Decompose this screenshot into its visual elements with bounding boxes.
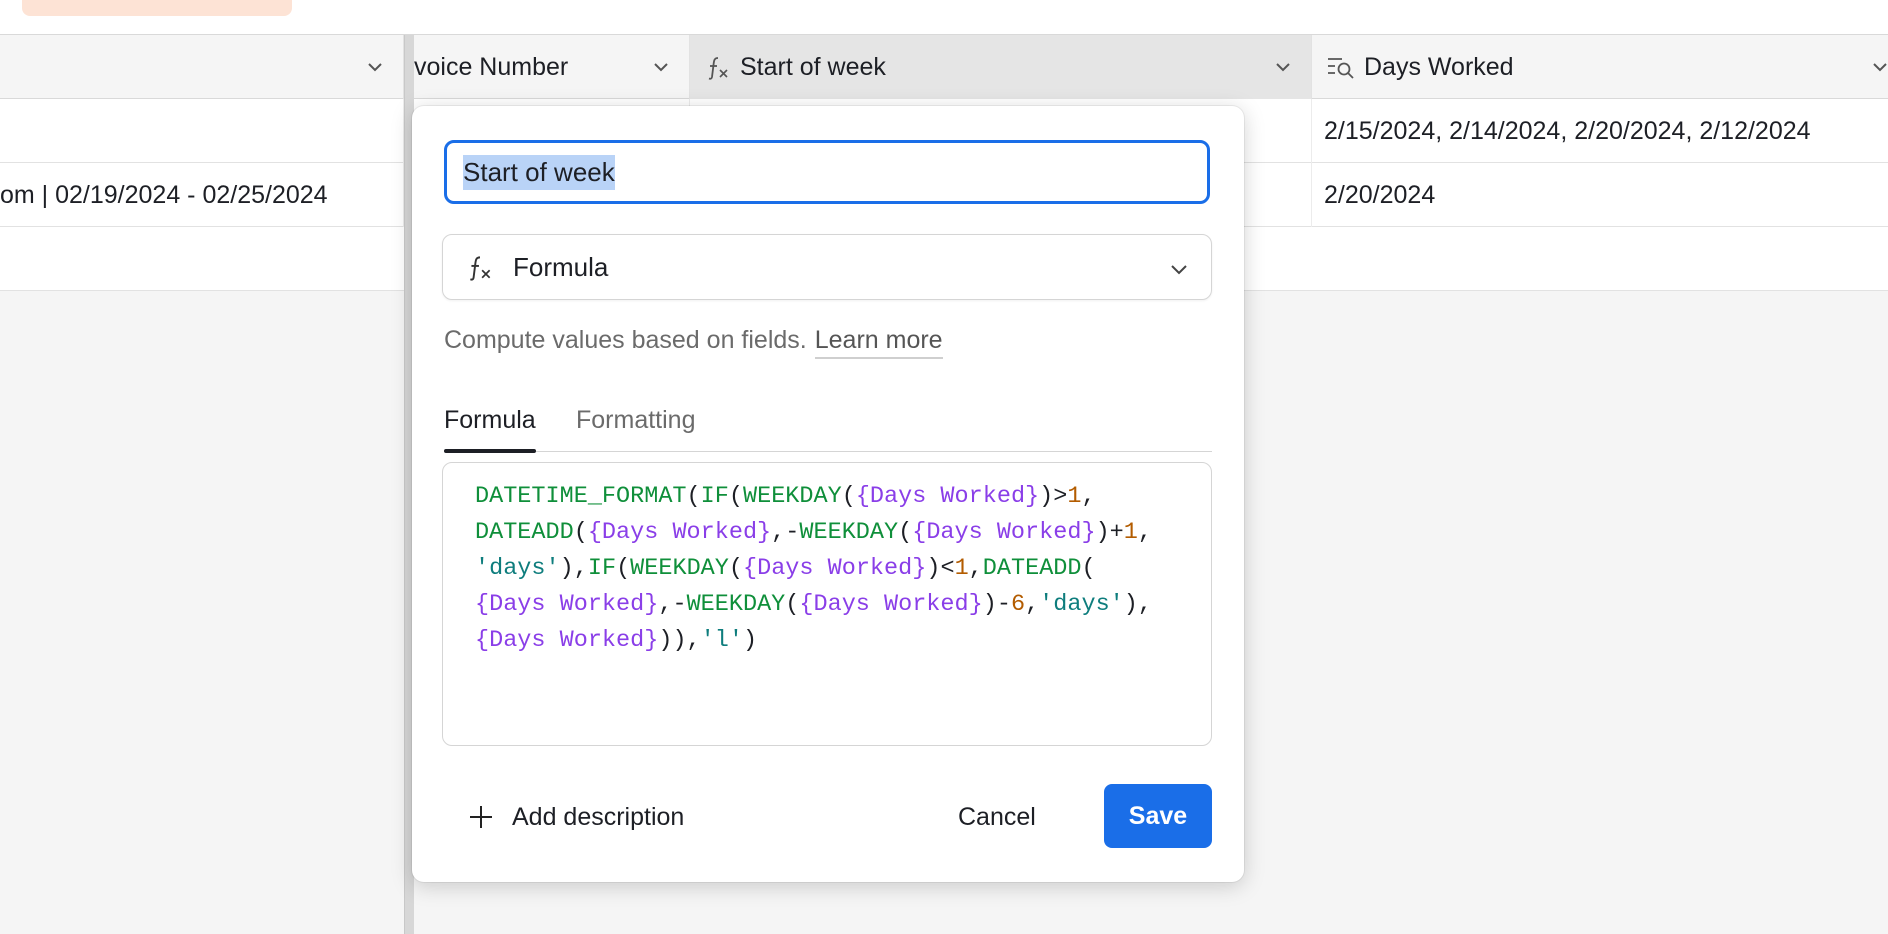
column-header-label: Start of week bbox=[740, 52, 886, 81]
formula-token: {Days Worked} bbox=[587, 519, 772, 546]
tab-formatting[interactable]: Formatting bbox=[576, 402, 695, 452]
field-type-label: Formula bbox=[513, 251, 609, 282]
formula-token: )> bbox=[1039, 483, 1068, 510]
formula-token: 'l' bbox=[700, 627, 743, 654]
table-cell[interactable]: 2/15/2024, 2/14/2024, 2/20/2024, 2/12/20… bbox=[1312, 99, 1888, 163]
formula-token: ( bbox=[728, 555, 743, 582]
plus-icon bbox=[470, 806, 492, 828]
formula-token: , bbox=[1081, 483, 1096, 510]
formula-token: IF bbox=[700, 483, 729, 510]
formula-token: ,- bbox=[771, 519, 800, 546]
formula-token: 'days' bbox=[1039, 591, 1124, 618]
grid-header-row: voice Number Start of week Days Worked bbox=[0, 35, 1888, 99]
formula-token: ( bbox=[616, 555, 631, 582]
toolbar-filter-chip[interactable] bbox=[22, 0, 292, 16]
field-name-input[interactable]: Start of week bbox=[444, 140, 1210, 204]
save-button[interactable]: Save bbox=[1104, 784, 1212, 848]
formula-token: ( bbox=[728, 483, 743, 510]
cancel-button[interactable]: Cancel bbox=[958, 792, 1036, 842]
formula-token: ), bbox=[559, 555, 588, 582]
view-toolbar bbox=[0, 0, 1888, 35]
lookup-icon bbox=[1328, 58, 1354, 79]
table-cell[interactable]: om | 02/19/2024 - 02/25/2024 bbox=[0, 163, 404, 227]
formula-token: {Days Worked} bbox=[912, 519, 1096, 546]
formula-editor[interactable]: DATETIME_FORMAT(IF(WEEKDAY({Days Worked}… bbox=[442, 462, 1212, 746]
formula-token: ( bbox=[686, 483, 701, 510]
formula-token: ( bbox=[573, 519, 588, 546]
column-header-start-of-week[interactable]: Start of week bbox=[690, 35, 1312, 99]
app-root: voice Number Start of week Days Worked 2… bbox=[0, 0, 1888, 934]
formula-token: IF bbox=[587, 555, 617, 582]
helper-text: Compute values based on fields. bbox=[444, 326, 807, 354]
formula-token: ,- bbox=[658, 591, 687, 618]
fx-icon bbox=[470, 256, 491, 281]
formula-token: )), bbox=[658, 627, 701, 654]
column-header-days-worked[interactable]: Days Worked bbox=[1312, 35, 1888, 99]
formula-token: , bbox=[968, 555, 983, 582]
formula-token: , bbox=[1137, 519, 1152, 546]
formula-token: WEEKDAY bbox=[686, 591, 786, 618]
field-type-helper: Compute values based on fields. Learn mor… bbox=[444, 326, 943, 359]
learn-more-link[interactable]: Learn more bbox=[814, 326, 943, 359]
formula-token: {Days Worked} bbox=[475, 627, 659, 654]
chevron-down-icon[interactable] bbox=[365, 57, 385, 77]
add-description-button[interactable]: Add description bbox=[468, 792, 684, 842]
column-header-label: voice Number bbox=[414, 52, 569, 81]
formula-token: ) bbox=[742, 627, 758, 654]
formula-token: )- bbox=[982, 591, 1011, 618]
formula-token: {Days Worked} bbox=[475, 591, 659, 618]
formula-token: {Days Worked} bbox=[799, 591, 983, 618]
popover-footer: Add description Cancel Save bbox=[412, 782, 1244, 852]
column-header-label: Days Worked bbox=[1364, 52, 1514, 81]
formula-token: DATETIME_FORMAT bbox=[475, 483, 687, 510]
table-cell[interactable]: 2/20/2024 bbox=[1312, 163, 1888, 227]
formula-token: WEEKDAY bbox=[799, 519, 899, 546]
add-description-label: Add description bbox=[512, 802, 685, 831]
chevron-down-icon[interactable] bbox=[651, 57, 671, 77]
field-name-text: Start of week bbox=[463, 154, 615, 190]
table-cell[interactable] bbox=[0, 99, 404, 163]
chevron-down-icon[interactable] bbox=[1273, 57, 1293, 77]
chevron-down-icon[interactable] bbox=[1870, 57, 1888, 77]
formula-token: ( bbox=[785, 591, 800, 618]
column-header-primary[interactable] bbox=[0, 35, 404, 99]
formula-token: 1 bbox=[1067, 483, 1082, 510]
formula-token: ( bbox=[1081, 555, 1096, 582]
formula-token: 6 bbox=[1010, 591, 1026, 618]
formula-token: , bbox=[1025, 591, 1040, 618]
formula-token: ), bbox=[1123, 591, 1153, 618]
formula-token: {Days Worked} bbox=[855, 483, 1040, 510]
formula-token: ( bbox=[841, 483, 856, 510]
formula-token: ( bbox=[898, 519, 913, 546]
chevron-down-icon bbox=[1171, 265, 1187, 275]
formula-token: DATEADD bbox=[475, 519, 574, 546]
formula-token: WEEKDAY bbox=[630, 555, 729, 582]
field-type-select[interactable]: Formula bbox=[442, 234, 1212, 300]
formula-token: DATEADD bbox=[982, 555, 1082, 582]
field-config-popover: Start of week Formula Compute values bas… bbox=[412, 106, 1244, 882]
formula-token: )< bbox=[926, 555, 955, 582]
formula-token: WEEKDAY bbox=[742, 483, 842, 510]
column-header-invoice-number[interactable]: voice Number bbox=[414, 35, 690, 99]
formula-token: 'days' bbox=[475, 555, 560, 582]
formula-token: )+ bbox=[1095, 519, 1124, 546]
formula-token: {Days Worked} bbox=[743, 555, 927, 582]
formula-token: 1 bbox=[1123, 519, 1138, 546]
fx-icon bbox=[708, 57, 728, 80]
config-tabs: Formula Formatting bbox=[444, 402, 1212, 453]
formula-token: 1 bbox=[954, 555, 969, 582]
tab-formula[interactable]: Formula bbox=[444, 402, 536, 453]
